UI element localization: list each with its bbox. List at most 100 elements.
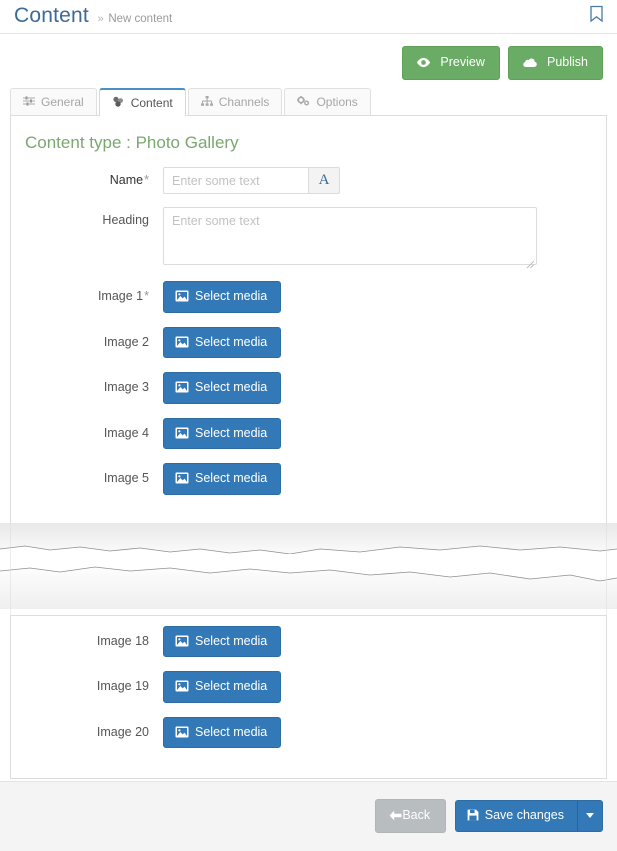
heading-textarea-wrap [163, 207, 537, 269]
page-header: Content » New content [0, 0, 617, 34]
select-media-button-image-top-3[interactable]: Select media [163, 417, 282, 449]
name-required-marker: * [144, 173, 149, 187]
form-row-image-top-3: Image 4 Select media [11, 417, 606, 449]
image-bottom-label-text-2: Image 20 [96, 724, 149, 739]
tab-channels[interactable]: Channels [187, 88, 283, 115]
heading-textarea[interactable] [163, 207, 537, 265]
form-row-image-top-0: Image 1* Select media [11, 281, 606, 313]
select-media-button-image-bottom-1[interactable]: Select media [163, 671, 282, 703]
image-icon [175, 635, 189, 647]
select-media-button-image-top-2[interactable]: Select media [163, 372, 282, 404]
image-bottom-label-2: Image 20 [11, 717, 163, 739]
page-root: Content » New content Preview Publish Ge… [0, 0, 617, 851]
image-icon [175, 427, 189, 439]
bookmark-button[interactable] [585, 3, 607, 27]
tabs-container: General Content Channels Options [0, 88, 617, 116]
content-type-heading: Content type : Photo Gallery [25, 133, 239, 152]
save-changes-label: Save changes [484, 808, 564, 822]
tab-content[interactable]: Content [98, 88, 186, 116]
image-top-label-4: Image 5 [11, 463, 163, 485]
sliders-icon [23, 95, 35, 109]
content-panel-top-body: Content type : Photo Gallery Name* A Hea… [11, 116, 606, 523]
sitemap-icon [200, 95, 213, 109]
eye-icon [416, 57, 431, 68]
preview-button-label: Preview [440, 55, 485, 69]
tab-channels-label: Channels [218, 95, 270, 109]
form-row-image-top-2: Image 3 Select media [11, 372, 606, 404]
back-button-label: Back [402, 808, 431, 822]
image-bottom-label-text-1: Image 19 [96, 679, 149, 693]
image-top-required-marker-0: * [144, 289, 149, 303]
image-bottom-label-0: Image 18 [11, 626, 163, 648]
back-button[interactable]: Back [375, 799, 447, 833]
form-row-name: Name* A [11, 167, 606, 194]
content-panel-bottom: Image 18 Select media Image 19 Select media… [10, 614, 607, 779]
image-top-label-text-3: Image 4 [103, 425, 149, 440]
tab-list: General Content Channels Options [10, 88, 617, 116]
form-row-image-bottom-2: Image 20 Select media [11, 716, 606, 748]
form-row-image-bottom-0: Image 18 Select media [11, 625, 606, 657]
image-top-label-0: Image 1* [11, 281, 163, 303]
image-top-label-2: Image 3 [11, 372, 163, 394]
name-label: Name* [11, 167, 163, 187]
footer-action-bar: Back Save changes [0, 781, 617, 851]
select-media-label: Select media [195, 633, 268, 648]
preview-button[interactable]: Preview [401, 46, 500, 80]
image-icon [175, 336, 189, 348]
image-icon [175, 680, 189, 692]
image-top-label-text-1: Image 2 [103, 334, 149, 349]
select-media-label: Select media [195, 679, 268, 693]
select-media-label: Select media [195, 724, 268, 739]
select-media-button-image-top-4[interactable]: Select media [163, 463, 282, 495]
select-media-button-image-bottom-0[interactable]: Select media [163, 625, 282, 657]
breadcrumb-current: New content [108, 13, 173, 25]
image-top-label-text-0: Image 1 [97, 289, 144, 303]
image-icon [175, 290, 189, 302]
image-rows-bottom: Image 18 Select media Image 19 Select media… [11, 625, 606, 748]
tab-options[interactable]: Options [284, 88, 371, 115]
name-input[interactable] [163, 167, 308, 194]
select-media-button-image-top-0[interactable]: Select media [163, 281, 282, 313]
image-top-label-text-4: Image 5 [103, 471, 149, 485]
breadcrumb-separator: » [97, 13, 104, 25]
caret-down-icon [586, 813, 594, 819]
image-top-label-3: Image 4 [11, 418, 163, 440]
select-media-label: Select media [195, 334, 268, 349]
save-changes-button[interactable]: Save changes [454, 800, 578, 832]
select-media-label: Select media [195, 471, 268, 485]
font-icon[interactable]: A [308, 167, 340, 194]
select-media-label: Select media [195, 380, 268, 394]
torn-paper-divider [0, 522, 617, 615]
form-row-image-top-1: Image 2 Select media [11, 326, 606, 358]
page-title: Content [14, 4, 89, 27]
cloud-icon [522, 57, 538, 68]
image-top-label-1: Image 2 [11, 327, 163, 349]
heading-label: Heading [102, 213, 149, 227]
image-top-label-text-2: Image 3 [103, 380, 149, 394]
select-media-label: Select media [195, 425, 268, 440]
save-dropdown-toggle[interactable] [578, 800, 603, 832]
save-split-button: Save changes [454, 800, 603, 832]
select-media-label: Select media [195, 289, 268, 303]
name-input-group: A [163, 167, 340, 194]
select-media-button-image-top-1[interactable]: Select media [163, 326, 282, 358]
image-icon [175, 726, 189, 738]
form-row-heading: Heading [11, 207, 606, 269]
cogs-icon [297, 95, 310, 109]
cubes-icon [112, 96, 125, 110]
form-row-image-top-4: Image 5 Select media [11, 463, 606, 495]
image-bottom-label-text-0: Image 18 [96, 633, 149, 648]
select-media-button-image-bottom-2[interactable]: Select media [163, 716, 282, 748]
publish-button-label: Publish [547, 55, 588, 69]
form-row-image-bottom-1: Image 19 Select media [11, 671, 606, 703]
bookmark-icon [589, 5, 604, 26]
image-icon [175, 381, 189, 393]
tab-general[interactable]: General [10, 88, 97, 115]
content-panel-top: Content type : Photo Gallery Name* A Hea… [10, 115, 607, 523]
image-bottom-label-1: Image 19 [11, 671, 163, 693]
publish-button[interactable]: Publish [507, 46, 603, 80]
image-rows-top: Image 1* Select media Image 2 Select media I… [11, 281, 606, 495]
tab-content-label: Content [130, 96, 173, 110]
tab-general-label: General [41, 95, 84, 109]
tab-options-label: Options [316, 95, 358, 109]
